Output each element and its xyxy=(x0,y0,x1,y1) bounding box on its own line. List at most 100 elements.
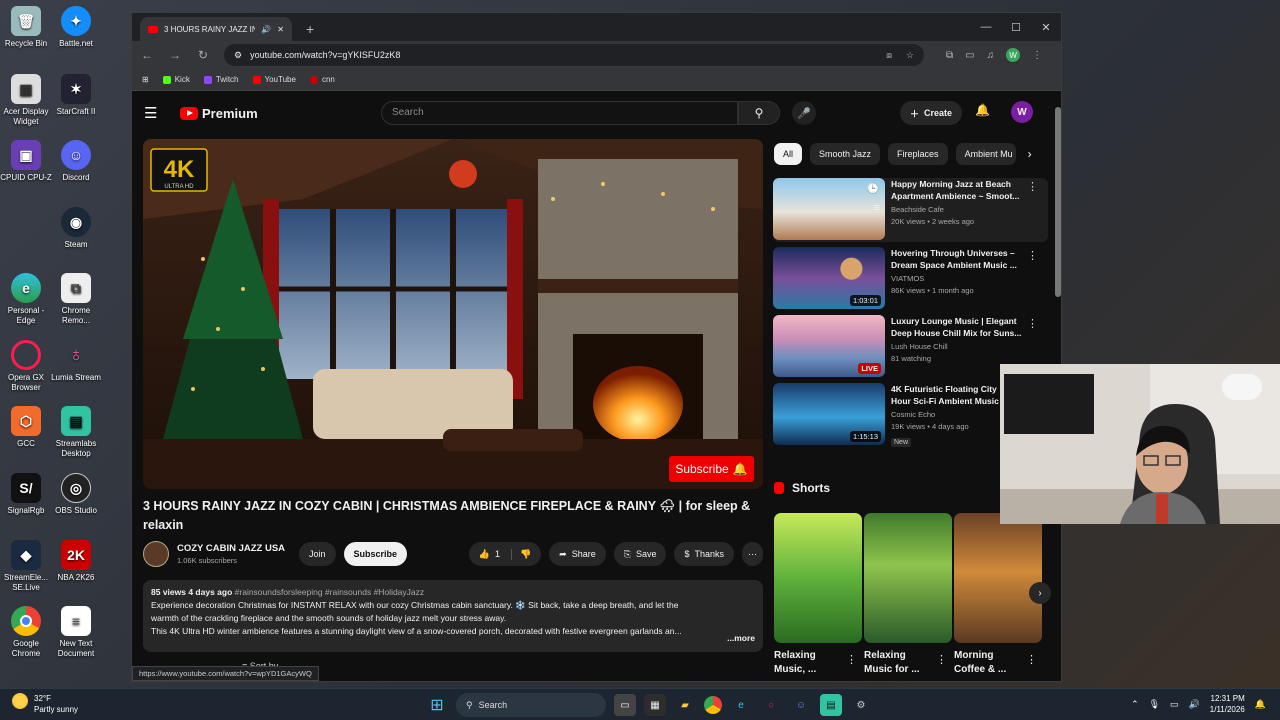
hamburger-menu-icon[interactable]: ☰ xyxy=(144,104,168,122)
watch-later-icon[interactable]: 🕒 xyxy=(866,182,880,195)
subscribe-button[interactable]: Subscribe xyxy=(343,542,408,566)
forward-icon[interactable]: → xyxy=(168,48,182,62)
short-thumbnail[interactable] xyxy=(954,513,1042,643)
bookmark-twitch[interactable]: Twitch xyxy=(203,75,239,84)
edge-shortcut[interactable]: e Personal - Edge xyxy=(0,273,52,326)
shorts-next-icon[interactable]: › xyxy=(1029,582,1051,604)
rec-menu-icon[interactable]: ⋮ xyxy=(1027,180,1038,193)
opera-gx-taskbar-icon[interactable]: ○ xyxy=(760,694,782,716)
short-title[interactable]: Morning Coffee & ... xyxy=(954,649,1024,677)
tab-youtube[interactable]: 3 HOURS RAINY JAZZ IN CO 🔊 ✕ xyxy=(140,17,292,41)
bookmark-star-icon[interactable]: ☆ xyxy=(906,50,914,61)
bookmark-cnn[interactable]: cnn xyxy=(309,75,335,84)
like-icon[interactable]: 👍 xyxy=(479,549,490,560)
rec-menu-icon[interactable]: ⋮ xyxy=(1027,249,1038,262)
rec-menu-icon[interactable]: ⋮ xyxy=(1027,317,1038,330)
maximize-icon[interactable]: ☐ xyxy=(1001,13,1031,41)
dislike-icon[interactable]: 👎 xyxy=(510,548,531,560)
search-button[interactable]: ⚲ xyxy=(738,101,780,125)
show-hidden-icons[interactable]: ⌃ xyxy=(1131,699,1139,710)
short-menu-icon[interactable]: ⋮ xyxy=(1026,653,1037,666)
reload-icon[interactable]: ↻ xyxy=(196,48,210,62)
chip-ambient-music[interactable]: Ambient Mu xyxy=(955,143,1016,165)
weather-widget[interactable]: 32°F Partly sunny xyxy=(12,693,78,715)
windows-start-icon[interactable]: ⊞ xyxy=(426,694,448,716)
search-input[interactable]: Search xyxy=(381,101,738,125)
rec-channel[interactable]: Lush House Chill xyxy=(891,342,1031,351)
gcc-shortcut[interactable]: ⬡ GCC xyxy=(0,406,52,449)
obs-shortcut[interactable]: ◎ OBS Studio xyxy=(50,473,102,516)
network-icon[interactable]: ▭ xyxy=(1170,699,1179,710)
chip-all[interactable]: All xyxy=(774,143,803,165)
signalrgb-shortcut[interactable]: S/SignalRgb xyxy=(0,473,52,516)
scrollbar-thumb[interactable] xyxy=(1055,107,1061,297)
discord-taskbar-icon[interactable]: ☺ xyxy=(790,694,812,716)
voice-search-button[interactable]: 🎤 xyxy=(792,101,816,125)
create-button[interactable]: ＋ Create xyxy=(900,101,963,125)
sidebar-icon[interactable]: ▭ xyxy=(965,50,974,61)
chrome-taskbar-icon[interactable] xyxy=(704,696,722,714)
cpuz-shortcut[interactable]: ▣ CPUID CPU-Z xyxy=(0,140,52,183)
subscribe-overlay-button[interactable]: Subscribe 🔔 xyxy=(669,456,754,482)
edge-taskbar-icon[interactable]: e xyxy=(730,694,752,716)
acer-widget-shortcut[interactable]: ▦ Acer Display Widget xyxy=(0,74,52,127)
short-thumbnail[interactable] xyxy=(864,513,952,643)
site-info-icon[interactable]: ⚙ xyxy=(234,50,242,61)
notifications-bell-icon[interactable]: 🔔 xyxy=(975,103,990,117)
add-to-queue-icon[interactable]: ≡ xyxy=(874,202,880,214)
chrome-remote-shortcut[interactable]: ⧉ Chrome Remo... xyxy=(50,273,102,326)
rec-title[interactable]: Hovering Through Universes – Dream Space… xyxy=(891,247,1031,271)
bookmark-kick[interactable]: Kick xyxy=(162,75,190,84)
short-thumbnail[interactable] xyxy=(774,513,862,643)
thanks-button[interactable]: $ Thanks xyxy=(674,542,734,566)
video-player[interactable]: 4K ULTRA HD xyxy=(143,139,763,489)
back-icon[interactable]: ← xyxy=(140,48,154,62)
discord-shortcut[interactable]: ☺ Discord xyxy=(50,140,102,183)
user-avatar[interactable]: W xyxy=(1011,101,1033,123)
volume-icon[interactable]: 🔊 xyxy=(1189,699,1200,710)
bookmark-youtube[interactable]: YouTube xyxy=(252,75,296,84)
rec-channel[interactable]: Beachside Cafe xyxy=(891,205,1031,214)
omnibox[interactable]: ⚙ youtube.com/watch?v=gYKISFU2zK8 ⧈ ☆ xyxy=(224,44,924,66)
share-button[interactable]: ➦ Share xyxy=(549,542,606,566)
rec-channel[interactable]: VIATMOS xyxy=(891,274,1031,283)
chip-smooth-jazz[interactable]: Smooth Jazz xyxy=(810,143,881,165)
apps-grid-icon[interactable]: ⊞ xyxy=(142,75,149,84)
recommended-video[interactable]: 1:03:01 Hovering Through Universes – Dre… xyxy=(773,247,1048,311)
rec-title[interactable]: Happy Morning Jazz at Beach Apartment Am… xyxy=(891,178,1031,202)
show-more-link[interactable]: ...more xyxy=(727,632,755,645)
description-box[interactable]: 85 views 4 days ago #rainsoundsforsleepi… xyxy=(143,580,763,652)
video-thumbnail[interactable]: LIVE xyxy=(773,315,885,377)
rec-channel[interactable]: Cosmic Echo xyxy=(891,410,1001,419)
rec-title[interactable]: 4K Futuristic Floating City Hour Sci-Fi … xyxy=(891,383,1001,407)
lumia-stream-shortcut[interactable]: ♁ Lumia Stream xyxy=(50,340,102,383)
text-document-shortcut[interactable]: ≡ New Text Document xyxy=(50,606,102,659)
chevron-right-icon[interactable]: › xyxy=(1028,147,1032,161)
profile-avatar[interactable]: W xyxy=(1006,48,1021,62)
streamlabs-shortcut[interactable]: ▤ Streamlabs Desktop xyxy=(50,406,102,459)
recommended-video[interactable]: 1:15:13 4K Futuristic Floating City Hour… xyxy=(773,383,1003,447)
short-menu-icon[interactable]: ⋮ xyxy=(846,653,857,666)
opera-gx-shortcut[interactable]: Opera GX Browser xyxy=(0,340,52,393)
file-explorer-icon[interactable]: ▰ xyxy=(674,694,696,716)
join-button[interactable]: Join xyxy=(299,542,336,566)
short-title[interactable]: Relaxing Music, ... xyxy=(774,649,844,677)
tab-close-icon[interactable]: ✕ xyxy=(277,25,284,34)
nba2k-shortcut[interactable]: 2K NBA 2K26 xyxy=(50,540,102,583)
install-app-icon[interactable]: ⧈ xyxy=(886,50,892,61)
task-view-icon[interactable]: ▭ xyxy=(614,694,636,716)
rec-title[interactable]: Luxury Lounge Music | Elegant Deep House… xyxy=(891,315,1031,339)
steam-shortcut[interactable]: ◉ Steam xyxy=(50,207,102,250)
hashtags[interactable]: #rainsoundsforsleeping #rainsounds #Holi… xyxy=(235,587,424,597)
recycle-bin-shortcut[interactable]: 🗑 Recycle Bin xyxy=(0,6,52,49)
extensions-icon[interactable]: ⧉ xyxy=(946,50,953,61)
video-thumbnail[interactable]: 1:03:01 xyxy=(773,247,885,309)
video-thumbnail[interactable]: 🕒 ≡ xyxy=(773,178,885,240)
youtube-premium-logo[interactable]: Premium xyxy=(180,106,258,121)
new-tab-button[interactable]: + xyxy=(306,21,314,37)
streamlabs-taskbar-icon[interactable]: ▤ xyxy=(820,694,842,716)
battlenet-shortcut[interactable]: ✦ Battle.net xyxy=(50,6,102,49)
channel-name[interactable]: COZY CABIN JAZZ USA xyxy=(177,543,285,554)
channel-avatar[interactable] xyxy=(143,541,169,567)
notification-center-icon[interactable]: 🔔 xyxy=(1255,699,1266,710)
